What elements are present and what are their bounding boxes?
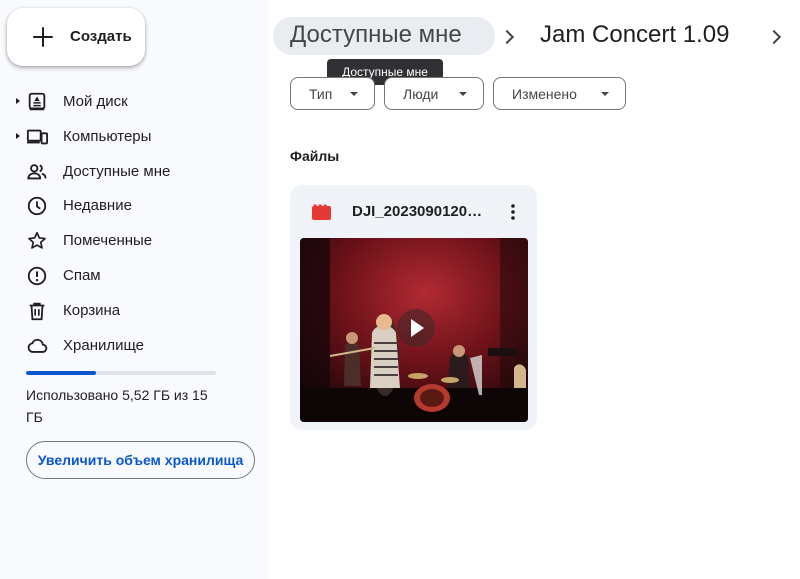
play-icon[interactable] xyxy=(397,309,435,347)
filter-type-chip[interactable]: Тип xyxy=(290,77,375,110)
sidebar-item-label: Корзина xyxy=(63,301,121,319)
filter-chip-label: Люди xyxy=(403,86,439,102)
plus-icon xyxy=(32,26,54,48)
sidebar-nav: Мой диск Компьютеры Доступные мне Недавн… xyxy=(0,84,268,362)
sidebar-item-label: Недавние xyxy=(63,197,132,215)
file-name: DJI_2023090120… xyxy=(352,203,483,220)
breadcrumb-item-shared[interactable]: Доступные мне xyxy=(290,21,462,49)
chevron-right-icon xyxy=(766,29,782,45)
storage-progress-fill xyxy=(26,371,96,375)
chevron-right-icon xyxy=(499,29,515,45)
files-section-title: Файлы xyxy=(290,148,340,164)
sidebar-item-trash[interactable]: Корзина xyxy=(0,293,268,328)
computers-icon xyxy=(26,126,48,148)
sidebar-item-recent[interactable]: Недавние xyxy=(0,188,268,223)
my-drive-icon xyxy=(26,91,48,113)
expand-arrow-icon[interactable] xyxy=(16,132,20,139)
dropdown-arrow-icon xyxy=(601,92,609,96)
star-icon xyxy=(26,230,48,252)
sidebar-item-label: Хранилище xyxy=(63,336,144,354)
shared-people-icon xyxy=(26,161,48,183)
sidebar-item-label: Спам xyxy=(63,266,101,284)
create-button[interactable]: Создать xyxy=(7,8,145,66)
spam-icon xyxy=(26,265,48,287)
sidebar-item-spam[interactable]: Спам xyxy=(0,258,268,293)
breadcrumb-item-folder[interactable]: Jam Concert 1.09 xyxy=(540,21,729,49)
sidebar-item-starred[interactable]: Помеченные xyxy=(0,223,268,258)
create-button-label: Создать xyxy=(70,28,132,45)
dropdown-arrow-icon xyxy=(459,92,467,96)
sidebar-item-computers[interactable]: Компьютеры xyxy=(0,119,268,154)
sidebar-item-shared[interactable]: Доступные мне xyxy=(0,154,268,189)
storage-progress-bar xyxy=(26,371,216,375)
filter-modified-chip[interactable]: Изменено xyxy=(493,77,626,110)
sidebar-item-storage[interactable]: Хранилище xyxy=(0,328,268,363)
upgrade-storage-button[interactable]: Увеличить объем хранилища xyxy=(26,441,255,479)
sidebar-item-label: Помеченные xyxy=(63,232,153,250)
video-file-icon xyxy=(312,203,331,220)
clock-icon xyxy=(26,195,48,217)
cloud-icon xyxy=(26,335,48,357)
dropdown-arrow-icon xyxy=(350,92,358,96)
more-vert-icon[interactable] xyxy=(503,202,523,222)
filter-people-chip[interactable]: Люди xyxy=(384,77,484,110)
sidebar-item-my-drive[interactable]: Мой диск xyxy=(0,84,268,119)
storage-usage-text: Использовано 5,52 ГБ из 15 ГБ xyxy=(26,387,208,425)
sidebar: Создать Мой диск Компьютеры Доступные мн… xyxy=(0,0,268,579)
filter-chip-label: Тип xyxy=(309,86,333,102)
trash-icon xyxy=(26,300,48,322)
sidebar-item-label: Компьютеры xyxy=(63,127,152,145)
sidebar-item-label: Мой диск xyxy=(63,93,128,110)
filter-chip-label: Изменено xyxy=(512,86,577,102)
sidebar-item-label: Доступные мне xyxy=(63,162,171,180)
expand-arrow-icon[interactable] xyxy=(16,98,20,104)
